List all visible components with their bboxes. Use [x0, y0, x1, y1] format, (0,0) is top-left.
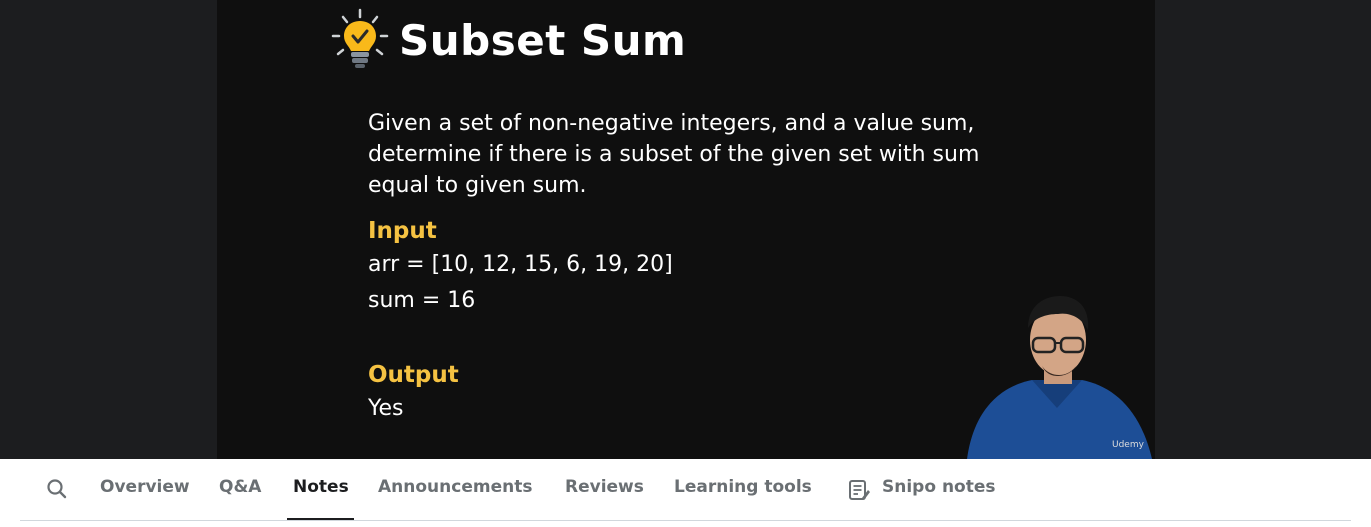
tab-overview[interactable]: Overview: [100, 477, 190, 497]
tab-reviews[interactable]: Reviews: [565, 477, 644, 497]
tab-divider: [20, 520, 1351, 521]
video-player[interactable]: Subset Sum Given a set of non-negative i…: [0, 0, 1371, 459]
input-heading: Input: [368, 218, 437, 244]
slide-title-row: Subset Sum: [329, 8, 686, 72]
tab-qa[interactable]: Q&A: [219, 477, 261, 497]
slide-title: Subset Sum: [399, 15, 687, 65]
course-tab-bar: Overview Q&A Notes Announcements Reviews…: [0, 459, 1371, 527]
problem-description: Given a set of non-negative integers, an…: [368, 111, 980, 198]
output-value: Yes: [368, 396, 404, 421]
tab-learning-tools[interactable]: Learning tools: [674, 477, 812, 497]
input-array: arr = [10, 12, 15, 6, 19, 20]: [368, 252, 673, 277]
slide-body: Given a set of non-negative integers, an…: [368, 108, 1008, 427]
tab-snipo-notes[interactable]: Snipo notes: [882, 477, 996, 497]
tab-announcements[interactable]: Announcements: [378, 477, 532, 497]
tab-notes[interactable]: Notes: [293, 477, 349, 497]
presenter-webcam: [962, 288, 1155, 459]
search-icon[interactable]: [44, 476, 70, 502]
output-heading: Output: [368, 362, 459, 388]
input-sum: sum = 16: [368, 288, 476, 313]
udemy-watermark: Udemy: [1112, 440, 1144, 450]
notes-list-icon: [849, 480, 870, 500]
lightbulb-check-icon: [331, 8, 389, 68]
lecture-slide: Subset Sum Given a set of non-negative i…: [217, 0, 1155, 459]
